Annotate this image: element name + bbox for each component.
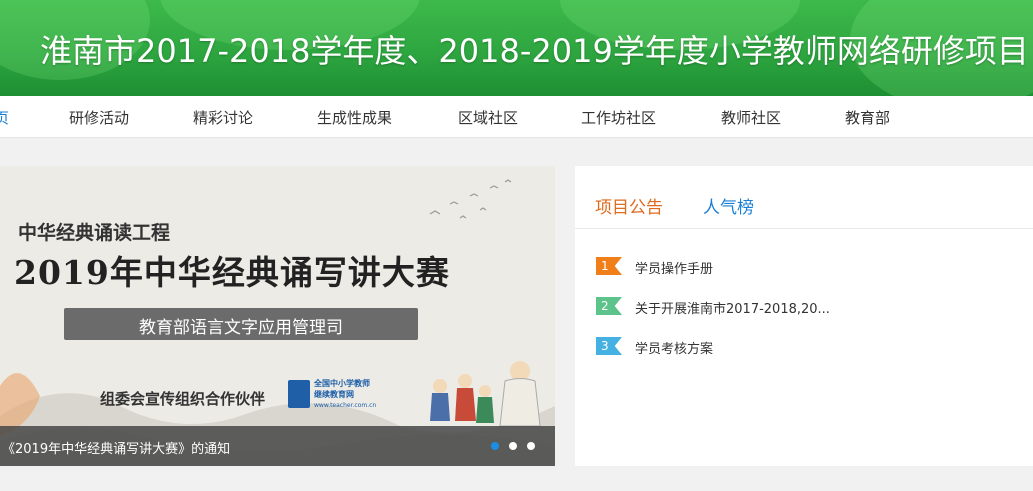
figures-illustration-icon <box>430 361 541 427</box>
page-title: 淮南市2017-2018学年度、2018-2019学年度小学教师网络研修项目 <box>40 32 1029 70</box>
logo-text-line-2: 继续教育网 <box>314 390 354 399</box>
banner-caption-bar: 《2019年中华经典诵写讲大赛》的通知 <box>0 426 555 466</box>
teacher-network-logo-text: 全国中小学教师 继续教育网 www.teacher.com.cn <box>314 378 376 411</box>
carousel-dot-3[interactable] <box>527 442 535 450</box>
nav-item-teacher-community[interactable]: 教师社区 <box>721 107 781 128</box>
logo-text-line-3: www.teacher.com.cn <box>314 402 377 409</box>
nav-item-ministry[interactable]: 教育部 <box>845 107 890 128</box>
site-header: 淮南市2017-2018学年度、2018-2019学年度小学教师网络研修项目 <box>0 0 1033 96</box>
nav-item-activities[interactable]: 研修活动 <box>69 107 129 128</box>
main-nav: 页 研修活动 精彩讨论 生成性成果 区域社区 工作坊社区 教师社区 教育部 <box>0 96 1033 138</box>
banner-ribbon: 教育部语言文字应用管理司 <box>64 308 418 340</box>
logo-text-line-1: 全国中小学教师 <box>314 379 370 388</box>
teacher-network-logo-icon <box>288 380 310 408</box>
birds-icon <box>429 179 512 219</box>
panel-divider <box>575 228 1033 229</box>
nav-item-workshop-community[interactable]: 工作坊社区 <box>581 107 656 128</box>
nav-item-results[interactable]: 生成性成果 <box>317 107 392 128</box>
tab-popularity-ranking[interactable]: 人气榜 <box>703 193 754 218</box>
nav-item-home[interactable]: 页 <box>0 107 9 128</box>
announcement-link[interactable]: 学员操作手册 <box>635 258 713 277</box>
banner-subtitle: 中华经典诵读工程 <box>18 222 171 244</box>
rank-badge: 3 <box>596 337 622 355</box>
nav-item-regional-community[interactable]: 区域社区 <box>458 107 518 128</box>
banner-carousel[interactable]: 中华经典诵读工程 2019年中华经典诵写讲大赛 教育部语言文字应用管理司 组委会… <box>0 166 555 466</box>
banner-ribbon-text: 教育部语言文字应用管理司 <box>139 318 343 338</box>
banner-headline: 2019年中华经典诵写讲大赛 <box>14 253 450 292</box>
carousel-dot-1[interactable] <box>491 442 499 450</box>
nav-item-discussions[interactable]: 精彩讨论 <box>193 107 253 128</box>
tab-project-announcements[interactable]: 项目公告 <box>595 193 663 218</box>
announcement-panel: 项目公告 人气榜 1 学员操作手册 2 关于开展淮南市2017-2018,20.… <box>575 166 1033 466</box>
banner-caption[interactable]: 《2019年中华经典诵写讲大赛》的通知 <box>2 438 230 457</box>
rank-badge: 2 <box>596 297 622 315</box>
carousel-dot-2[interactable] <box>509 442 517 450</box>
banner-partner-text: 组委会宣传组织合作伙伴 <box>100 390 266 408</box>
rank-badge: 1 <box>596 257 622 275</box>
announcement-link[interactable]: 关于开展淮南市2017-2018,20... <box>635 298 830 317</box>
announcement-link[interactable]: 学员考核方案 <box>635 338 713 357</box>
